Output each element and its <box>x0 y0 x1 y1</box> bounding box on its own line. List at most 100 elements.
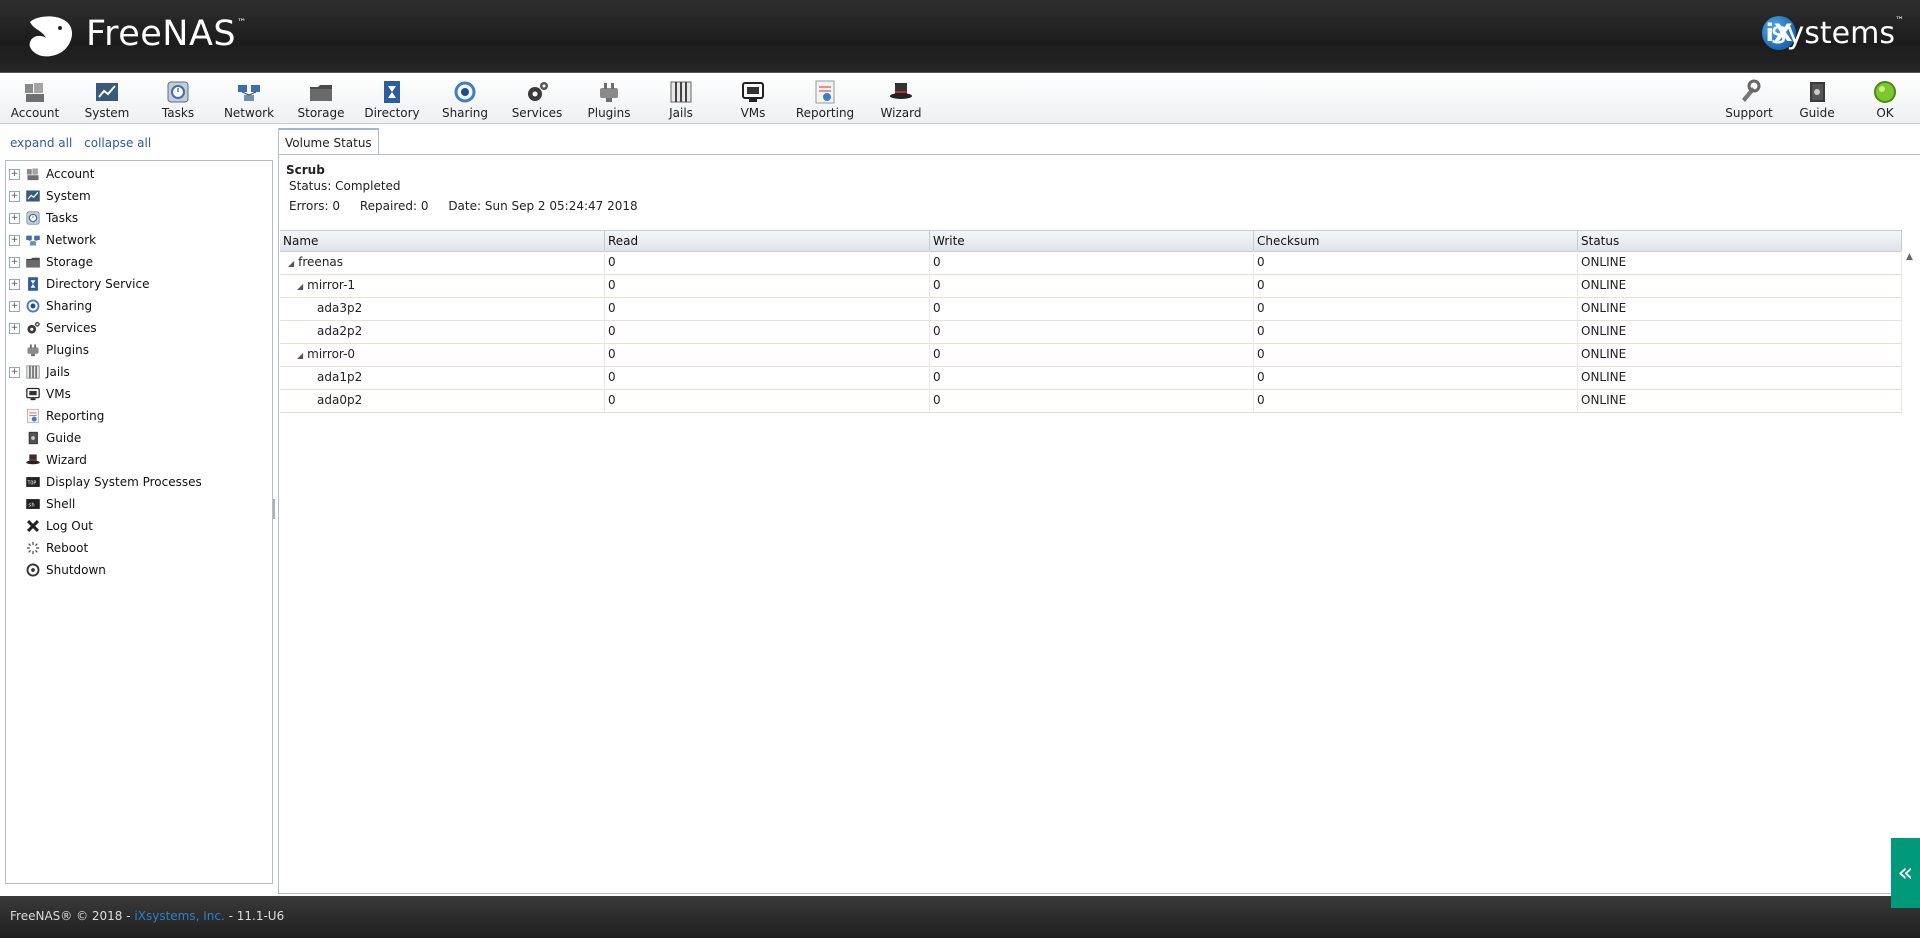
tree-expand-toggle[interactable]: + <box>9 235 20 246</box>
vdev-name: ada0p2 <box>317 393 363 407</box>
toolbar-storage-button[interactable]: Storage <box>286 77 356 121</box>
tree-expand-toggle[interactable]: + <box>9 213 20 224</box>
collapse-panel-button[interactable]: « <box>1891 838 1920 908</box>
column-header-write[interactable]: Write <box>930 231 1254 251</box>
tree-expand-toggle[interactable]: + <box>9 169 20 180</box>
table-row[interactable]: ada0p2 0 0 0 ONLINE <box>280 389 1902 413</box>
tree-item-reporting[interactable]: Reporting <box>6 406 266 426</box>
tree-item-services[interactable]: + Services <box>6 318 266 338</box>
tree-expand-toggle[interactable]: + <box>9 279 20 290</box>
toolbar-button-label: Storage <box>297 106 345 120</box>
toolbar-network-button[interactable]: Network <box>214 77 284 121</box>
cell-read: 0 <box>605 251 930 274</box>
column-header-name[interactable]: Name <box>280 231 605 251</box>
cell-read: 0 <box>605 343 930 366</box>
scrub-status: Status: Completed <box>289 179 401 193</box>
tree-collapse-triangle-icon[interactable]: ◢ <box>297 282 303 291</box>
tree-item-directory-service[interactable]: + Directory Service <box>6 274 266 294</box>
tree-item-display-system-processes[interactable]: TOP Display System Processes <box>6 472 266 492</box>
tree-item-system[interactable]: + System <box>6 186 266 206</box>
ixsystems-link[interactable]: iXsystems, Inc. <box>134 909 224 923</box>
scrub-date: Date: Sun Sep 2 05:24:47 2018 <box>448 199 638 213</box>
tree-item-wizard[interactable]: Wizard <box>6 450 266 470</box>
toolbar-tasks-button[interactable]: Tasks <box>143 77 213 121</box>
toolbar-jails-button[interactable]: Jails <box>646 77 716 121</box>
tree-item-plugins[interactable]: Plugins <box>6 340 266 360</box>
toolbar-button-label: System <box>84 106 130 120</box>
toolbar-ok-button[interactable]: OK <box>1850 77 1920 121</box>
shell-icon: sh <box>25 496 41 512</box>
collapse-all-link[interactable]: collapse all <box>84 136 151 150</box>
processes-icon: TOP <box>25 474 41 490</box>
vdev-name: ada2p2 <box>317 324 363 338</box>
tree-item-network[interactable]: + Network <box>6 230 266 250</box>
tree-item-shell[interactable]: sh Shell <box>6 494 266 514</box>
storage-icon <box>25 254 41 270</box>
freenas-shark-logo-icon <box>29 16 72 57</box>
freenas-logo-text: FreeNAS™ <box>86 14 247 54</box>
scroll-up-arrow-icon[interactable]: ▲ <box>1906 252 1913 262</box>
main-toolbar: Account System Tasks Network Storage Director… <box>0 73 1920 124</box>
toolbar-reporting-button[interactable]: Reporting <box>790 77 860 121</box>
column-header-status[interactable]: Status <box>1578 231 1902 251</box>
toolbar-button-label: Sharing <box>441 106 489 120</box>
toolbar-support-button[interactable]: Support <box>1714 77 1784 121</box>
tree-item-tasks[interactable]: + Tasks <box>6 208 266 228</box>
tree-collapse-triangle-icon[interactable]: ◢ <box>297 351 303 360</box>
tree-expand-toggle[interactable]: + <box>9 257 20 268</box>
tree-item-label: Reboot <box>46 541 89 555</box>
panel-splitter[interactable] <box>272 124 276 894</box>
tree-item-storage[interactable]: + Storage <box>6 252 266 272</box>
tree-item-shutdown[interactable]: Shutdown <box>6 560 266 580</box>
cell-write: 0 <box>930 297 1254 320</box>
cell-write: 0 <box>930 389 1254 412</box>
cell-read: 0 <box>605 274 930 297</box>
toolbar-vms-button[interactable]: VMs <box>718 77 788 121</box>
tab-volume-status[interactable]: Volume Status <box>278 128 379 156</box>
cell-read: 0 <box>605 320 930 343</box>
toolbar-plugins-button[interactable]: Plugins <box>574 77 644 121</box>
column-header-read[interactable]: Read <box>605 231 930 251</box>
tree-item-account[interactable]: + Account <box>6 164 266 184</box>
cell-name: ada1p2 <box>280 366 605 389</box>
system-icon <box>94 79 120 105</box>
toolbar-system-button[interactable]: System <box>72 77 142 121</box>
volume-status-pane: Scrub Status: Completed Errors: 0 Repair… <box>278 154 1920 894</box>
tree-item-label: Wizard <box>46 453 87 467</box>
column-header-checksum[interactable]: Checksum <box>1254 231 1578 251</box>
tree-expand-toggle[interactable]: + <box>9 323 20 334</box>
scrub-title: Scrub <box>286 163 325 177</box>
cell-read: 0 <box>605 297 930 320</box>
table-row[interactable]: ◢ mirror-0 0 0 0 ONLINE <box>280 343 1902 367</box>
tree-item-label: Sharing <box>46 299 93 313</box>
directory-icon <box>25 276 41 292</box>
tree-expand-toggle[interactable]: + <box>9 191 20 202</box>
tree-item-sharing[interactable]: + Sharing <box>6 296 266 316</box>
expand-all-link[interactable]: expand all <box>10 136 72 150</box>
toolbar-services-button[interactable]: Services <box>502 77 572 121</box>
wizard-icon <box>25 452 41 468</box>
toolbar-guide-button[interactable]: Guide <box>1782 77 1852 121</box>
toolbar-sharing-button[interactable]: Sharing <box>430 77 500 121</box>
tree-expand-toggle[interactable]: + <box>9 301 20 312</box>
table-row[interactable]: ◢ freenas 0 0 0 ONLINE <box>280 251 1902 275</box>
toolbar-directory-button[interactable]: Directory <box>357 77 427 121</box>
tree-item-vms[interactable]: VMs <box>6 384 266 404</box>
plugins-icon <box>596 79 622 105</box>
tree-item-reboot[interactable]: Reboot <box>6 538 266 558</box>
tree-collapse-triangle-icon[interactable]: ◢ <box>288 259 294 268</box>
tree-item-log-out[interactable]: Log Out <box>6 516 266 536</box>
table-row[interactable]: ada2p2 0 0 0 ONLINE <box>280 320 1902 344</box>
table-row[interactable]: ada3p2 0 0 0 ONLINE <box>280 297 1902 321</box>
tree-item-jails[interactable]: + Jails <box>6 362 266 382</box>
toolbar-wizard-button[interactable]: Wizard <box>866 77 936 121</box>
table-row[interactable]: ada1p2 0 0 0 ONLINE <box>280 366 1902 390</box>
toolbar-account-button[interactable]: Account <box>0 77 70 121</box>
tree-expand-toggle[interactable]: + <box>9 367 20 378</box>
ok-status-icon <box>1872 79 1898 105</box>
vms-icon <box>25 386 41 402</box>
tree-item-guide[interactable]: Guide <box>6 428 266 448</box>
splitter-grip[interactable] <box>273 499 275 519</box>
table-row[interactable]: ◢ mirror-1 0 0 0 ONLINE <box>280 274 1902 298</box>
tree-item-label: Reporting <box>46 409 105 423</box>
